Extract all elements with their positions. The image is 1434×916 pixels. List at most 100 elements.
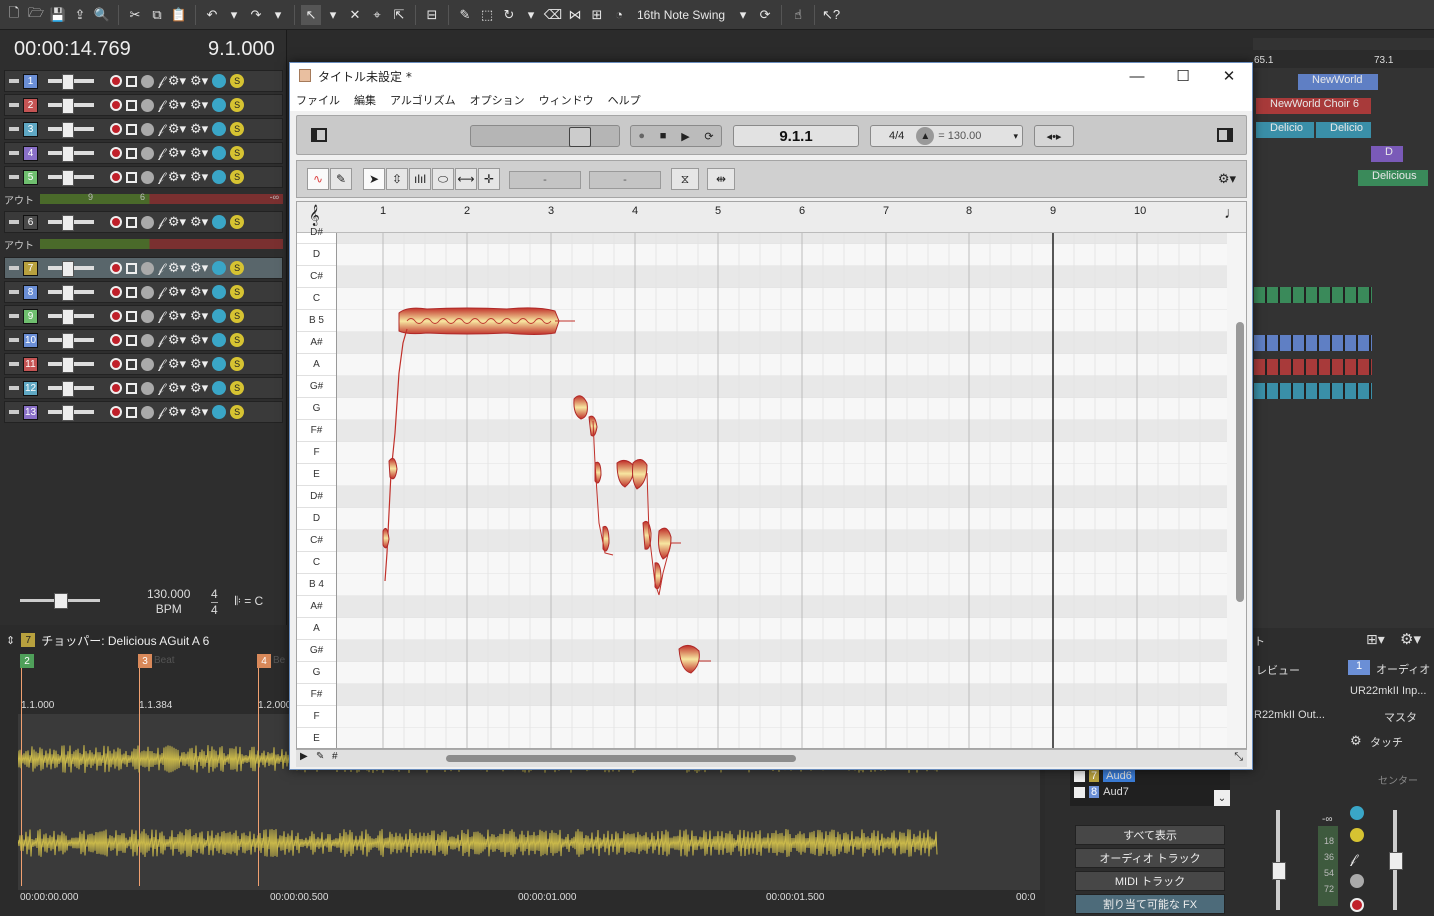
zoom-icon[interactable]: 🔍 [92, 5, 112, 25]
phase-icon[interactable]: 𝒻 [1350, 851, 1356, 867]
track-settings-icon[interactable]: ⚙▾ [190, 332, 208, 348]
menu-item[interactable]: 編集 [354, 92, 376, 108]
time-field[interactable]: - [589, 171, 661, 189]
export-icon[interactable]: ⇪ [70, 5, 90, 25]
track-row[interactable]: 11 𝒻 ⚙▾ ⚙▾ S [4, 353, 283, 375]
track-row[interactable]: 1 𝒻 ⚙▾ ⚙▾ S [4, 70, 283, 92]
phase-icon[interactable]: 𝒻 [158, 332, 164, 348]
solo-icon[interactable]: S [230, 333, 245, 347]
track-settings-icon[interactable]: ⚙▾ [190, 404, 208, 420]
track-number[interactable]: 5 [23, 169, 38, 185]
monitor-icon[interactable] [126, 262, 137, 274]
track-number[interactable]: 1 [23, 73, 38, 89]
track-number[interactable]: 8 [23, 284, 38, 300]
beat-marker[interactable]: 3 [138, 654, 152, 668]
console-filter-button[interactable]: MIDI トラック [1075, 871, 1225, 891]
monitor-icon[interactable] [1350, 874, 1364, 888]
arranger-clip-group[interactable] [1254, 287, 1372, 303]
monitor-icon[interactable] [126, 358, 137, 370]
master-fader-handle[interactable] [1389, 852, 1403, 870]
track-number[interactable]: 4 [23, 145, 38, 161]
phase-icon[interactable]: 𝒻 [158, 260, 164, 276]
pencil-icon[interactable]: ✎ [455, 5, 475, 25]
mute-icon[interactable] [141, 74, 154, 88]
fx-icon[interactable] [212, 146, 227, 160]
record-arm-icon[interactable] [110, 171, 122, 183]
resize-grip-icon[interactable]: ⤡ [1234, 751, 1243, 764]
track-gear-icon[interactable]: ⚙▾ [168, 380, 186, 396]
track-row[interactable]: 10 𝒻 ⚙▾ ⚙▾ S [4, 329, 283, 351]
track-row[interactable]: 7 𝒻 ⚙▾ ⚙▾ S [4, 257, 283, 279]
track-number[interactable]: 12 [23, 380, 38, 396]
bpm-display[interactable]: 130.000 BPM [147, 587, 190, 617]
fx-icon[interactable] [212, 405, 227, 419]
amplitude-tool-icon[interactable]: ⬭ [432, 168, 454, 190]
arranger-clip-group[interactable] [1254, 335, 1372, 351]
volume-fader[interactable] [48, 261, 94, 277]
formant-tool-icon[interactable]: ılıl [409, 168, 431, 190]
track-number[interactable]: 7 [23, 260, 38, 276]
collapse-icon[interactable] [9, 220, 19, 224]
beat-marker[interactable]: 4 [257, 654, 271, 668]
track-gear-icon[interactable]: ⚙▾ [168, 308, 186, 324]
solo-icon[interactable]: S [230, 357, 245, 371]
swing-selector[interactable]: 16th Note Swing [631, 8, 731, 22]
smart-tool-icon[interactable]: ⌖ [367, 5, 387, 25]
track-list-item[interactable]: 8 Aud7 [1074, 786, 1129, 798]
track-number[interactable]: 11 [23, 356, 38, 372]
select-dropdown-icon[interactable]: ▾ [323, 5, 343, 25]
quantize-time-icon[interactable]: ⇹ [707, 168, 735, 190]
scrub-slider[interactable] [470, 125, 620, 147]
collapse-icon[interactable] [9, 127, 19, 131]
redo-dropdown-icon[interactable]: ▾ [268, 5, 288, 25]
quantize-icon[interactable]: ⊞ [587, 5, 607, 25]
track-row[interactable]: 2 𝒻 ⚙▾ ⚙▾ S [4, 94, 283, 116]
track-gear-icon[interactable]: ⚙▾ [168, 332, 186, 348]
checkbox[interactable] [1074, 770, 1085, 782]
solo-icon[interactable]: S [230, 381, 245, 395]
track-list-item[interactable]: 7 Aud6 [1074, 770, 1135, 782]
split-icon[interactable]: ⋈ [565, 5, 585, 25]
track-row[interactable]: 8 𝒻 ⚙▾ ⚙▾ S [4, 281, 283, 303]
volume-fader[interactable] [48, 357, 94, 373]
close-icon[interactable]: ✕ [1206, 63, 1252, 89]
menu-item[interactable]: アルゴリズム [390, 92, 456, 108]
right-panel-toggle-icon[interactable] [1217, 128, 1233, 142]
window-titlebar[interactable]: タイトル未設定 * — ☐ ✕ [290, 63, 1252, 89]
console-tab[interactable]: ト [1254, 633, 1265, 649]
track-gear-icon[interactable]: ⚙▾ [168, 145, 186, 161]
bar-ruler[interactable]: 𝄞 1 2 3 4 5 6 7 8 9 10 ♩ [297, 202, 1246, 233]
monitor-icon[interactable] [126, 406, 137, 418]
console-filter-button[interactable]: すべて表示 [1075, 825, 1225, 845]
solo-icon[interactable]: S [230, 170, 245, 184]
maximize-icon[interactable]: ☐ [1160, 63, 1206, 89]
save-icon[interactable]: 💾 [48, 5, 68, 25]
mute-icon[interactable] [141, 357, 154, 371]
collapse-icon[interactable] [9, 410, 19, 414]
mute-icon[interactable] [141, 333, 154, 347]
fx-icon[interactable] [212, 170, 227, 184]
track-gear-icon[interactable]: ⚙▾ [168, 214, 186, 230]
monitor-icon[interactable] [126, 147, 137, 159]
quantize-pitch-icon[interactable]: ⧖ [671, 168, 699, 190]
volume-fader[interactable] [48, 215, 94, 231]
mute-icon[interactable] [141, 122, 154, 136]
phase-icon[interactable]: 𝒻 [158, 308, 164, 324]
help-pointer-icon[interactable]: ☝ [788, 5, 808, 25]
collapse-icon[interactable] [9, 175, 19, 179]
record-arm-icon[interactable] [1350, 898, 1364, 912]
volume-fader[interactable] [48, 285, 94, 301]
arranger-clip[interactable]: Delicio [1256, 122, 1314, 138]
arranger-clip[interactable]: NewWorld [1298, 74, 1378, 90]
phase-icon[interactable]: 𝒻 [158, 284, 164, 300]
time-signature[interactable]: 4 4 [211, 587, 218, 618]
meter-tempo-display[interactable]: 4/4 ▲ = 130.00 ▾ [870, 125, 1023, 147]
checkbox[interactable] [1074, 786, 1085, 798]
play-icon[interactable]: ▶ [681, 130, 689, 143]
copy-icon[interactable]: ⧉ [147, 5, 167, 25]
solo-icon[interactable]: S [230, 261, 245, 275]
note-assign-tool-icon[interactable]: ∿ [307, 168, 329, 190]
record-arm-icon[interactable] [110, 75, 122, 87]
track-settings-icon[interactable]: ⚙▾ [190, 214, 208, 230]
mute-icon[interactable] [141, 405, 154, 419]
